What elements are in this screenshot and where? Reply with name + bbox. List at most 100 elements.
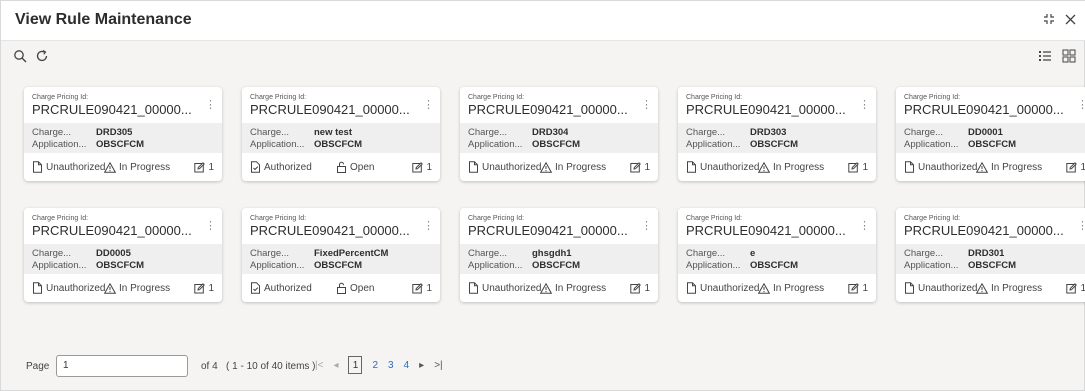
page-number-input[interactable]: 1 bbox=[56, 355, 188, 377]
warning-icon bbox=[976, 161, 988, 173]
more-options-icon[interactable]: ⋮ bbox=[1077, 100, 1085, 111]
last-page-icon[interactable]: >| bbox=[434, 360, 442, 371]
refresh-icon[interactable] bbox=[35, 49, 49, 63]
charge-label: Charge... bbox=[468, 127, 508, 138]
modification-count: 1 bbox=[192, 162, 214, 173]
record-status: In Progress bbox=[104, 161, 192, 173]
record-status-text: Open bbox=[350, 161, 375, 173]
page-link-3[interactable]: 3 bbox=[388, 360, 394, 371]
warning-icon bbox=[540, 161, 552, 173]
pagination-bar: Page 1 of 4 ( 1 - 10 of 40 items ) |< ◂ … bbox=[1, 353, 1085, 381]
charge-pricing-id-label: Charge Pricing Id: bbox=[250, 94, 307, 101]
record-status-text: In Progress bbox=[773, 282, 825, 294]
edit-icon bbox=[194, 282, 206, 294]
rule-card[interactable]: Charge Pricing Id: PRCRULE090421_00000..… bbox=[242, 87, 440, 181]
rule-card[interactable]: Charge Pricing Id: PRCRULE090421_00000..… bbox=[24, 87, 222, 181]
charge-value: e bbox=[750, 248, 756, 259]
next-page-icon[interactable]: ▸ bbox=[419, 360, 424, 371]
modification-count: 1 bbox=[846, 162, 868, 173]
more-options-icon[interactable]: ⋮ bbox=[1077, 221, 1085, 232]
rule-card[interactable]: Charge Pricing Id: PRCRULE090421_00000..… bbox=[24, 208, 222, 302]
modification-count-text: 1 bbox=[862, 282, 868, 294]
charge-label: Charge... bbox=[32, 248, 72, 259]
rule-card[interactable]: Charge Pricing Id: PRCRULE090421_00000..… bbox=[678, 208, 876, 302]
rule-card[interactable]: Charge Pricing Id: PRCRULE090421_00000..… bbox=[896, 208, 1085, 302]
more-options-icon[interactable]: ⋮ bbox=[641, 100, 652, 111]
card-header: Charge Pricing Id: PRCRULE090421_00000..… bbox=[468, 93, 650, 123]
record-status: Open bbox=[322, 282, 410, 294]
more-options-icon[interactable]: ⋮ bbox=[423, 221, 434, 232]
authorization-status-text: Authorized bbox=[264, 282, 312, 294]
more-options-icon[interactable]: ⋮ bbox=[859, 221, 870, 232]
edit-icon bbox=[848, 161, 860, 173]
previous-page-icon[interactable]: ◂ bbox=[333, 360, 338, 371]
modification-count-text: 1 bbox=[644, 282, 650, 294]
authorization-status: Authorized bbox=[250, 161, 322, 173]
charge-value: DD0001 bbox=[968, 127, 1003, 138]
charge-value: DRD304 bbox=[532, 127, 569, 138]
rule-card[interactable]: Charge Pricing Id: PRCRULE090421_00000..… bbox=[460, 87, 658, 181]
page-link-2[interactable]: 2 bbox=[372, 360, 378, 371]
list-view-icon[interactable] bbox=[1038, 49, 1052, 63]
rule-card[interactable]: Charge Pricing Id: PRCRULE090421_00000..… bbox=[678, 87, 876, 181]
rule-card[interactable]: Charge Pricing Id: PRCRULE090421_00000..… bbox=[242, 208, 440, 302]
charge-pricing-id-value: PRCRULE090421_00000... bbox=[468, 102, 628, 117]
application-label: Application... bbox=[32, 260, 87, 271]
card-footer: Unauthorized In Progress 1 bbox=[896, 274, 1085, 302]
search-icon[interactable] bbox=[13, 49, 27, 63]
tile-view-icon[interactable] bbox=[1062, 49, 1076, 63]
charge-pricing-id-value: PRCRULE090421_00000... bbox=[32, 223, 192, 238]
rule-card[interactable]: Charge Pricing Id: PRCRULE090421_00000..… bbox=[896, 87, 1085, 181]
page-link-1[interactable]: 1 bbox=[348, 356, 363, 374]
minimize-icon[interactable] bbox=[1043, 13, 1055, 25]
page-link-4[interactable]: 4 bbox=[404, 360, 410, 371]
application-value: OBSCFCM bbox=[968, 139, 1017, 150]
charge-pricing-id-value: PRCRULE090421_00000... bbox=[686, 223, 846, 238]
charge-label: Charge... bbox=[904, 248, 944, 259]
record-status: In Progress bbox=[758, 282, 846, 294]
charge-pricing-id-label: Charge Pricing Id: bbox=[686, 94, 743, 101]
application-label: Application... bbox=[686, 260, 741, 271]
application-value: OBSCFCM bbox=[96, 260, 145, 271]
record-status: In Progress bbox=[976, 161, 1064, 173]
charge-pricing-id-label: Charge Pricing Id: bbox=[32, 215, 89, 222]
rule-card[interactable]: Charge Pricing Id: PRCRULE090421_00000..… bbox=[460, 208, 658, 302]
authorization-status-text: Unauthorized bbox=[46, 161, 106, 173]
edit-icon bbox=[848, 282, 860, 294]
application-label: Application... bbox=[904, 260, 959, 271]
more-options-icon[interactable]: ⋮ bbox=[641, 221, 652, 232]
charge-pricing-id-value: PRCRULE090421_00000... bbox=[904, 223, 1064, 238]
edit-icon bbox=[1066, 161, 1078, 173]
charge-label: Charge... bbox=[250, 248, 290, 259]
close-icon[interactable] bbox=[1065, 14, 1076, 25]
warning-icon bbox=[104, 161, 116, 173]
page-label: Page bbox=[26, 361, 50, 372]
record-status-text: In Progress bbox=[991, 282, 1043, 294]
authorization-status-text: Unauthorized bbox=[700, 282, 760, 294]
first-page-icon[interactable]: |< bbox=[315, 360, 323, 371]
card-footer: Unauthorized In Progress 1 bbox=[460, 274, 658, 302]
application-value: OBSCFCM bbox=[532, 139, 581, 150]
authorization-status-text: Unauthorized bbox=[482, 161, 542, 173]
charge-pricing-id-value: PRCRULE090421_00000... bbox=[468, 223, 628, 238]
modification-count: 1 bbox=[1064, 162, 1085, 173]
more-options-icon[interactable]: ⋮ bbox=[205, 221, 216, 232]
authorization-status: Unauthorized bbox=[32, 161, 106, 173]
card-footer: Authorized Open 1 bbox=[242, 153, 440, 181]
authorization-status: Unauthorized bbox=[904, 282, 977, 294]
more-options-icon[interactable]: ⋮ bbox=[205, 100, 216, 111]
modification-count-text: 1 bbox=[862, 161, 868, 173]
edit-icon bbox=[194, 161, 206, 173]
document-icon bbox=[904, 161, 915, 173]
card-details: Charge... new test Application... OBSCFCM bbox=[242, 123, 440, 153]
card-header: Charge Pricing Id: PRCRULE090421_00000..… bbox=[904, 214, 1085, 244]
modification-count: 1 bbox=[410, 162, 432, 173]
more-options-icon[interactable]: ⋮ bbox=[859, 100, 870, 111]
charge-pricing-id-value: PRCRULE090421_00000... bbox=[250, 102, 410, 117]
warning-icon bbox=[758, 161, 770, 173]
authorization-status: Unauthorized bbox=[468, 161, 542, 173]
record-status-text: Open bbox=[350, 282, 375, 294]
charge-pricing-id-label: Charge Pricing Id: bbox=[468, 215, 525, 222]
more-options-icon[interactable]: ⋮ bbox=[423, 100, 434, 111]
card-footer: Unauthorized In Progress 1 bbox=[24, 274, 222, 302]
